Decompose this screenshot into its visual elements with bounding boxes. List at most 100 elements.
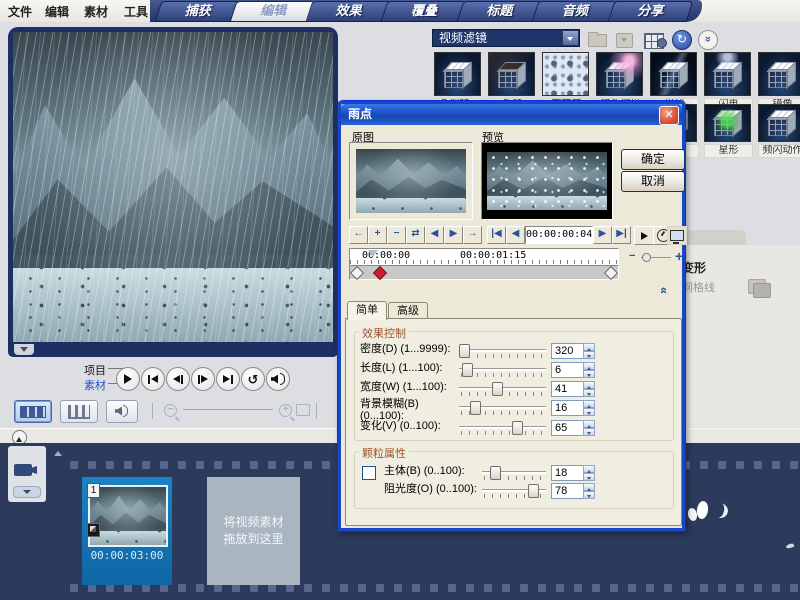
keyframe-start-diamond[interactable] [350, 266, 364, 280]
dlg-end-button[interactable]: ▶| [612, 226, 631, 244]
reverse-keyframes-icon: ⇄ [411, 228, 419, 239]
goto-prev-keyframe-button[interactable]: ← [349, 226, 368, 244]
add-keyframe-button[interactable]: + [368, 226, 387, 244]
tab-share[interactable]: 分享 [613, 0, 688, 22]
timeline-zoom-slider[interactable] [183, 409, 273, 410]
menu-file[interactable]: 文件 [8, 3, 32, 20]
body-spinner[interactable] [583, 465, 595, 481]
clip-cell-selected[interactable]: 1 00:00:03:00 [82, 477, 172, 585]
keyframe-current-diamond[interactable] [373, 266, 387, 280]
opacity-slider[interactable] [482, 483, 546, 499]
filter-item[interactable]: 频闪动作 [758, 104, 800, 158]
menu-tools[interactable]: 工具 [124, 3, 148, 20]
ok-button[interactable]: 确定 [621, 149, 685, 170]
dlg-next-frame-icon: ▶ [599, 228, 607, 239]
videostudio-window: 文件 编辑 素材 工具 捕获 编辑 效果 覆叠 标题 音频 分享 视频滤镜 ↻ … [0, 0, 800, 600]
next-keyframe-icon: → [468, 228, 478, 239]
goto-next-keyframe-button[interactable]: → [463, 226, 482, 244]
fit-project-icon[interactable] [296, 404, 310, 416]
density-slider[interactable] [459, 343, 546, 359]
density-input[interactable] [551, 343, 586, 359]
home-button[interactable] [141, 367, 165, 391]
load-folder-button[interactable] [588, 30, 608, 47]
variation-input[interactable] [551, 420, 586, 436]
length-row: 长度(L) (1...100): [346, 362, 681, 380]
shift-left-button[interactable]: ◀ [425, 226, 444, 244]
width-input[interactable] [551, 381, 586, 397]
sort-button[interactable]: ↻ [672, 30, 692, 47]
timeline-view-button[interactable] [60, 400, 98, 423]
keyframe-end-diamond[interactable] [604, 266, 618, 280]
zoom-in-icon[interactable]: + [279, 404, 292, 417]
filter-item[interactable]: 闪电 [704, 52, 751, 112]
options-button[interactable] [644, 30, 664, 47]
track-chevron-button[interactable] [13, 486, 41, 498]
body-slider[interactable] [482, 465, 546, 481]
project-mode-label[interactable]: 项目 [84, 362, 106, 378]
opacity-spinner[interactable] [583, 483, 595, 499]
dlg-zoom-thumb[interactable] [642, 253, 651, 262]
clip-mode-label[interactable]: 素材 [84, 377, 106, 393]
body-checkbox[interactable] [362, 466, 376, 480]
dropdown-arrow-icon[interactable] [562, 31, 578, 45]
volume-button[interactable] [266, 367, 290, 391]
dlg-prev-frame-button[interactable]: ◀ [506, 226, 525, 244]
background-blur-spinner[interactable] [583, 400, 595, 416]
storyboard-view-button[interactable] [14, 400, 52, 423]
cancel-button[interactable]: 取消 [621, 171, 685, 192]
width-slider[interactable] [459, 381, 546, 397]
variation-spinner[interactable] [583, 420, 595, 436]
empty-drop-cell[interactable]: 将视频素材拖放到这里 [207, 477, 300, 585]
dlg-next-frame-button[interactable]: ▶ [593, 226, 612, 244]
collapse-chevron-icon[interactable]: « [657, 287, 672, 294]
tab-capture[interactable]: 捕获 [160, 0, 235, 22]
opacity-input[interactable] [551, 483, 586, 499]
tab-title[interactable]: 标题 [462, 0, 537, 22]
dlg-zoom-in[interactable]: + [675, 248, 683, 264]
filter-item[interactable]: 镜像 [758, 52, 800, 112]
tab-basic[interactable]: 简单 [347, 301, 387, 320]
dlg-play-button[interactable] [634, 226, 654, 245]
gallery-dropdown[interactable]: 视频滤镜 [432, 29, 580, 47]
expand-library-button[interactable]: « [698, 30, 718, 47]
body-input[interactable] [551, 465, 586, 481]
dlg-zoom-out[interactable]: − [629, 250, 635, 262]
next-frame-button[interactable] [191, 367, 215, 391]
reverse-keyframes-button[interactable]: ⇄ [406, 226, 425, 244]
repeat-icon: ↺ [248, 373, 259, 386]
variation-slider[interactable] [459, 420, 546, 436]
remove-keyframe-button[interactable]: − [387, 226, 406, 244]
close-button[interactable]: ✕ [659, 106, 679, 125]
keyframe-strip[interactable] [349, 265, 619, 280]
monitor-pulldown-tab[interactable] [14, 344, 34, 355]
play-button[interactable] [116, 367, 140, 391]
menu-clip[interactable]: 素材 [84, 3, 108, 20]
repeat-button[interactable]: ↺ [241, 367, 265, 391]
end-button[interactable] [216, 367, 240, 391]
length-spinner[interactable] [583, 362, 595, 378]
audio-view-button[interactable] [106, 400, 138, 423]
scrubber-icon[interactable] [368, 250, 378, 262]
tab-edit[interactable]: 编辑 [235, 0, 310, 22]
background-blur-slider[interactable] [459, 400, 546, 416]
tab-effect[interactable]: 效果 [311, 0, 386, 22]
density-spinner[interactable] [583, 343, 595, 359]
tab-audio[interactable]: 音频 [537, 0, 612, 22]
width-row: 宽度(W) (1...100): [346, 381, 681, 399]
width-spinner[interactable] [583, 381, 595, 397]
shift-right-button[interactable]: ▶ [444, 226, 463, 244]
tab-overlay[interactable]: 覆叠 [386, 0, 461, 22]
dialog-titlebar[interactable]: 雨点 ✕ [341, 104, 682, 125]
device-preview-button[interactable] [667, 226, 687, 245]
length-slider[interactable] [459, 362, 546, 378]
length-input[interactable] [551, 362, 586, 378]
keyframe-ruler[interactable]: 00:00:00 00:00:01:15 [349, 248, 619, 266]
dlg-home-button[interactable]: |◀ [487, 226, 506, 244]
filter-item[interactable]: 星形 [704, 104, 751, 158]
zoom-out-icon[interactable]: − [164, 404, 177, 417]
menu-edit[interactable]: 编辑 [45, 3, 69, 20]
gridlines-label[interactable]: 网格线 [682, 279, 715, 295]
prev-frame-button[interactable] [166, 367, 190, 391]
import-clip-button[interactable] [616, 30, 636, 47]
background-blur-input[interactable] [551, 400, 586, 416]
